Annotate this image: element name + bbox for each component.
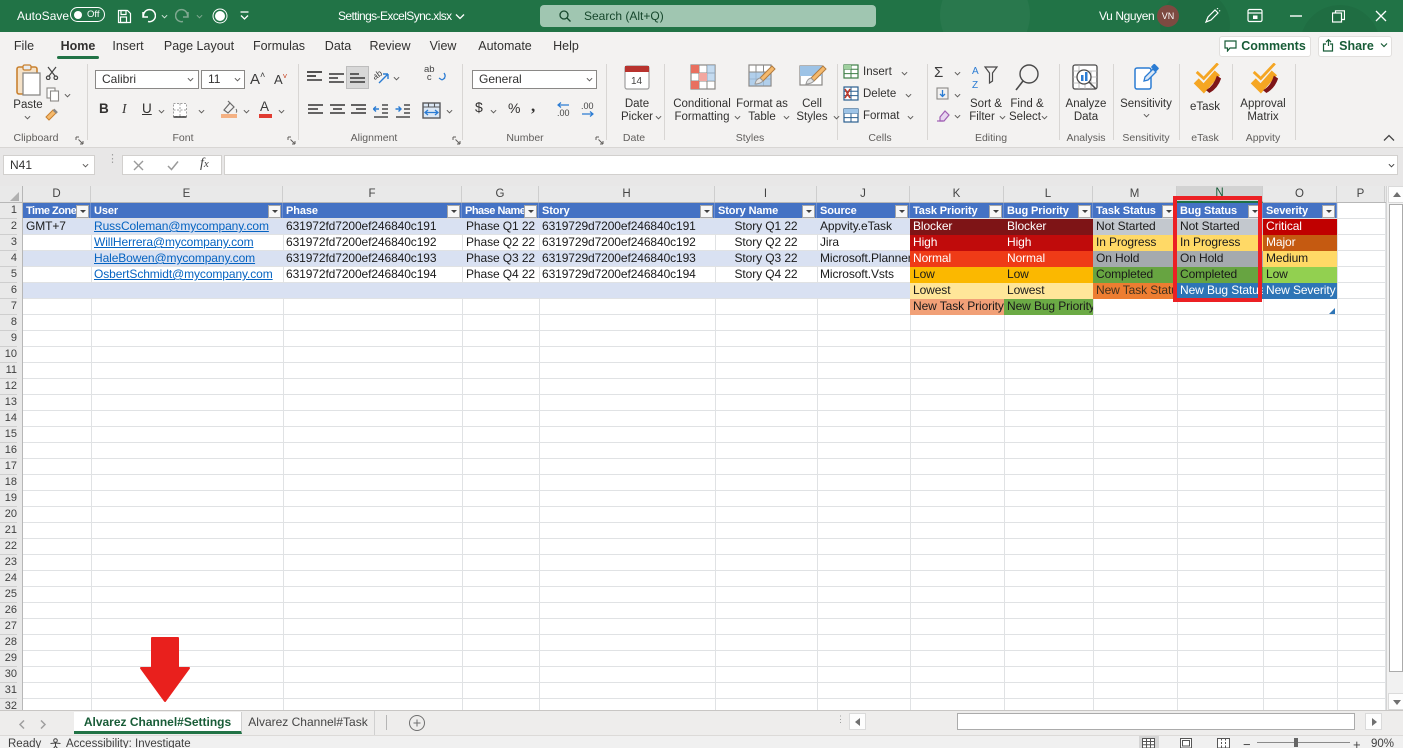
svg-text:14: 14	[631, 76, 643, 87]
svg-text:.00: .00	[557, 108, 570, 118]
svg-text:.00: .00	[581, 101, 594, 111]
svg-text:A: A	[972, 66, 979, 77]
svg-text:Z: Z	[972, 80, 978, 91]
